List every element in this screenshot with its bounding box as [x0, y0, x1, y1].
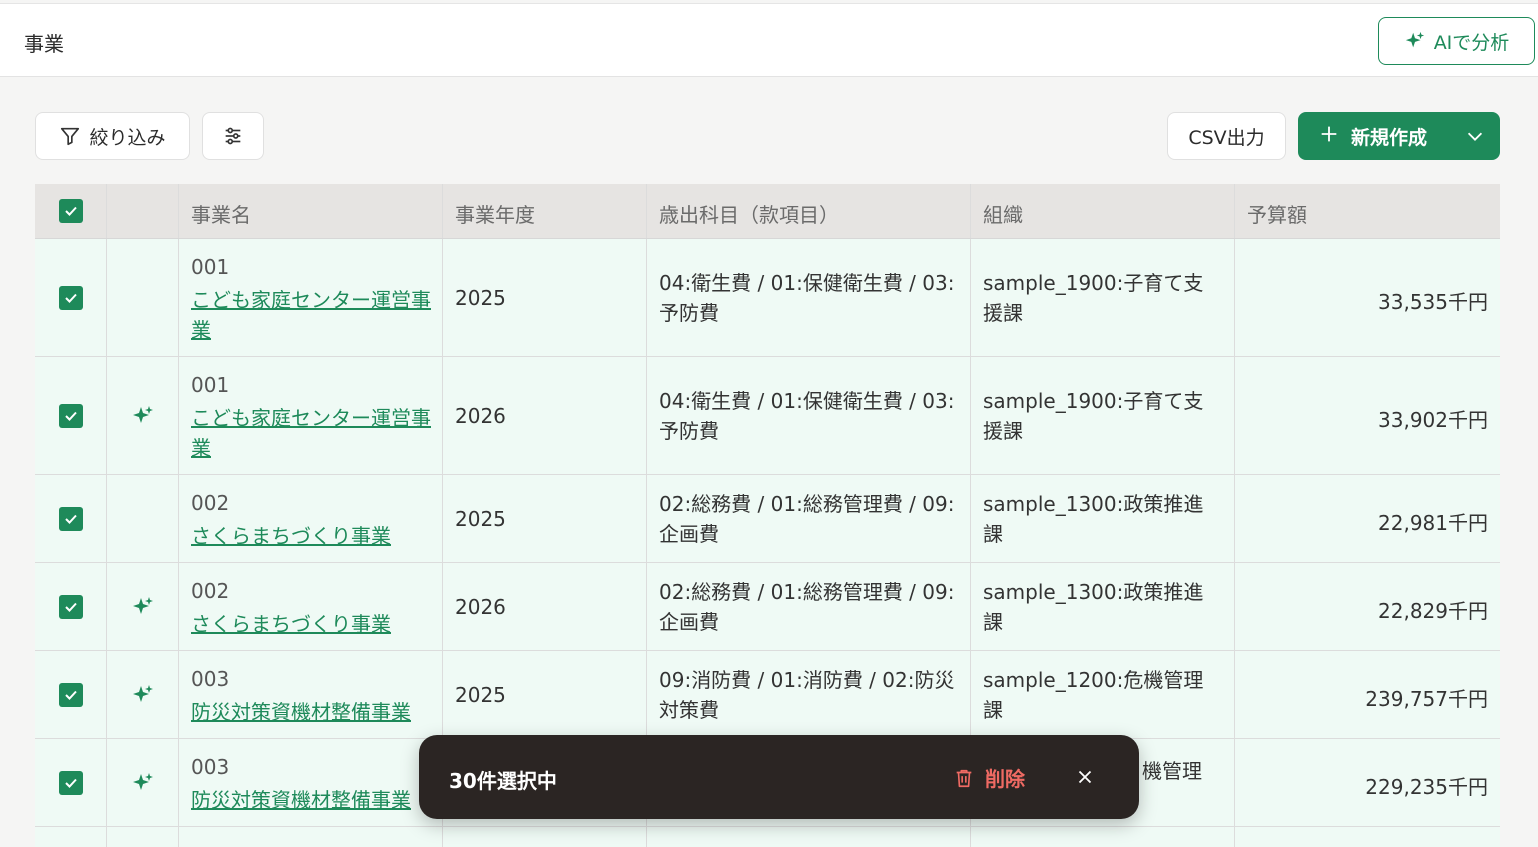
expenditure-account: 04:衛生費 / 01:保健衛生費 / 03:予防費 — [659, 271, 955, 325]
filter-icon — [61, 127, 80, 146]
delete-label: 削除 — [985, 767, 1025, 791]
project-code: 003 — [191, 755, 230, 779]
row-checkbox[interactable] — [59, 771, 83, 795]
check-icon — [65, 602, 77, 612]
fiscal-year: 2025 — [455, 507, 506, 531]
csv-export-button[interactable]: CSV出力 — [1167, 112, 1286, 160]
project-name-link[interactable]: さくらまちづくり事業 — [191, 609, 431, 639]
ai-sparkle-icon[interactable] — [131, 404, 155, 428]
new-create-label: 新規作成 — [1351, 127, 1428, 149]
column-header-name[interactable]: 事業名 — [179, 184, 443, 238]
expenditure-account: 02:総務費 / 01:総務管理費 / 09:企画費 — [659, 492, 955, 546]
close-icon[interactable] — [1074, 766, 1096, 788]
budget-amount: 239,757千円 — [1365, 687, 1488, 711]
row-checkbox[interactable] — [59, 683, 83, 707]
check-icon — [65, 293, 77, 303]
fiscal-year: 2025 — [455, 683, 506, 707]
check-icon — [65, 690, 77, 700]
table-row[interactable]: 001 こども家庭センター運営事業 2026 04:衛生費 / 01:保健衛生費… — [35, 357, 1500, 475]
column-header-org[interactable]: 組織 — [971, 184, 1235, 238]
project-code: 003 — [191, 667, 230, 691]
column-header-year[interactable]: 事業年度 — [443, 184, 647, 238]
project-code: 001 — [191, 373, 230, 397]
budget-amount: 33,535千円 — [1378, 290, 1488, 314]
page-header: 事業 AIで分析 — [0, 3, 1538, 77]
filter-label: 絞り込み — [89, 126, 166, 149]
row-checkbox[interactable] — [59, 507, 83, 531]
csv-export-label: CSV出力 — [1188, 126, 1265, 149]
ai-analyze-button[interactable]: AIで分析 — [1378, 17, 1535, 65]
project-name-link[interactable]: こども家庭センター運営事業 — [191, 285, 431, 345]
budget-amount: 229,235千円 — [1365, 775, 1488, 799]
organization: sample_1300:政策推進課 — [983, 580, 1204, 634]
project-code: 002 — [191, 491, 230, 515]
budget-amount: 22,981千円 — [1378, 511, 1488, 535]
fiscal-year: 2025 — [455, 286, 506, 310]
selection-toolbar: 30件選択中 削除 — [419, 735, 1139, 819]
chevron-down-icon[interactable] — [1464, 125, 1486, 147]
table-row[interactable]: 001 こども家庭センター運営事業 2025 04:衛生費 / 01:保健衛生費… — [35, 239, 1500, 357]
column-header-account[interactable]: 歳出科目（款項目） — [647, 184, 971, 238]
plus-icon — [1321, 126, 1337, 142]
ai-sparkle-icon[interactable] — [131, 683, 155, 707]
expenditure-account: 04:衛生費 / 01:保健衛生費 / 03:予防費 — [659, 389, 955, 443]
header-ai-cell — [107, 184, 179, 238]
row-checkbox[interactable] — [59, 286, 83, 310]
page-title: 事業 — [24, 32, 64, 56]
fiscal-year: 2026 — [455, 404, 506, 428]
project-code: 001 — [191, 255, 230, 279]
trash-icon — [956, 769, 972, 787]
project-name-link[interactable]: 防災対策資機材整備事業 — [191, 697, 431, 727]
organization: 機管理 — [1142, 759, 1202, 783]
check-icon — [65, 411, 77, 421]
project-name-link[interactable]: さくらまちづくり事業 — [191, 521, 431, 551]
organization: sample_1900:子育て支援課 — [983, 271, 1204, 325]
table-header-row: 事業名 事業年度 歳出科目（款項目） 組織 予算額 — [35, 184, 1500, 239]
table-row[interactable]: 002 さくらまちづくり事業 2026 02:総務費 / 01:総務管理費 / … — [35, 563, 1500, 651]
table-row[interactable]: 002 さくらまちづくり事業 2025 02:総務費 / 01:総務管理費 / … — [35, 475, 1500, 563]
check-icon — [65, 514, 77, 524]
budget-amount: 22,829千円 — [1378, 599, 1488, 623]
project-name-link[interactable]: こども家庭センター運営事業 — [191, 403, 431, 463]
project-name-link[interactable]: 防災対策資機材整備事業 — [191, 785, 431, 815]
check-icon — [65, 206, 77, 216]
select-all-checkbox[interactable] — [59, 199, 83, 223]
expenditure-account: 02:総務費 / 01:総務管理費 / 09:企画費 — [659, 580, 955, 634]
delete-button[interactable]: 削除 — [953, 763, 1025, 792]
header-select-cell — [35, 184, 107, 238]
expenditure-account: 09:消防費 / 01:消防費 / 02:防災対策費 — [659, 668, 955, 722]
organization: sample_1200:危機管理課 — [983, 668, 1204, 722]
organization: sample_1300:政策推進課 — [983, 492, 1204, 546]
ai-sparkle-icon[interactable] — [131, 771, 155, 795]
ai-analyze-label: AIで分析 — [1433, 31, 1510, 54]
column-settings-button[interactable] — [202, 112, 264, 160]
project-code: 002 — [191, 579, 230, 603]
organization: sample_1900:子育て支援課 — [983, 389, 1204, 443]
table-row[interactable] — [35, 827, 1500, 847]
ai-sparkle-icon[interactable] — [131, 595, 155, 619]
sparkle-icon — [1405, 31, 1424, 48]
sliders-icon — [225, 127, 241, 145]
new-create-button[interactable]: 新規作成 — [1298, 112, 1500, 160]
row-checkbox[interactable] — [59, 404, 83, 428]
row-checkbox[interactable] — [59, 595, 83, 619]
table-row[interactable]: 003 防災対策資機材整備事業 2025 09:消防費 / 01:消防費 / 0… — [35, 651, 1500, 739]
fiscal-year: 2026 — [455, 595, 506, 619]
check-icon — [65, 778, 77, 788]
budget-amount: 33,902千円 — [1378, 408, 1488, 432]
column-header-budget[interactable]: 予算額 — [1235, 184, 1500, 238]
filter-button[interactable]: 絞り込み — [35, 112, 190, 160]
selection-count: 30件選択中 — [449, 769, 557, 793]
